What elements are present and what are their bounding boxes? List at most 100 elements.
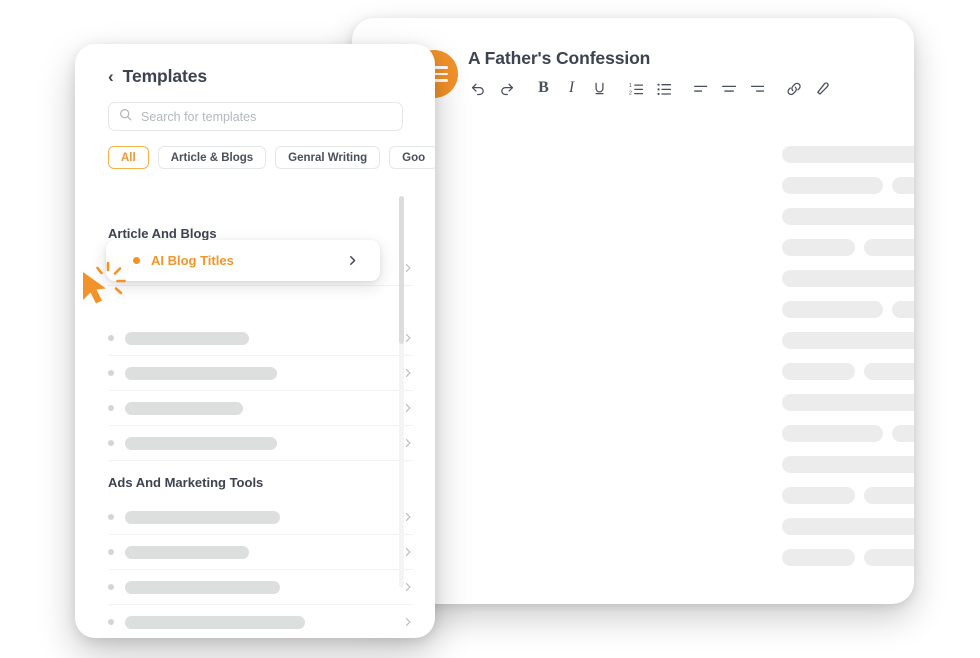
scrollbar[interactable] (399, 196, 404, 588)
template-item-ai-blog-titles[interactable]: AI Blog Titles (106, 240, 380, 281)
align-left-icon[interactable] (691, 76, 712, 100)
clear-format-icon[interactable] (812, 76, 833, 100)
template-name-placeholder (125, 436, 277, 450)
template-list-item[interactable] (108, 535, 413, 570)
bold-icon[interactable]: B (533, 76, 554, 100)
template-name-placeholder (125, 580, 280, 594)
filter-chip-genral-writing[interactable]: Genral Writing (275, 146, 381, 169)
document-text-line (782, 363, 914, 380)
document-title: A Father's Confession (468, 48, 651, 68)
bullet-dot-icon (108, 549, 114, 555)
chevron-right-icon (403, 333, 413, 343)
scrollbar-thumb[interactable] (399, 196, 404, 344)
link-icon[interactable] (784, 76, 805, 100)
document-text-segment (782, 425, 883, 442)
document-text-line (782, 270, 914, 287)
bullet-list-icon[interactable] (654, 76, 675, 100)
section-title: Ads And Marketing Tools (108, 475, 264, 490)
document-text-segment (782, 177, 883, 194)
template-name-placeholder (125, 331, 249, 345)
click-pointer-icon (75, 258, 127, 310)
template-item-label: AI Blog Titles (151, 253, 234, 268)
page-title: Templates (122, 66, 208, 86)
document-text-segment (782, 146, 914, 163)
document-text-line (782, 487, 914, 504)
chevron-right-icon (347, 255, 358, 266)
search-box[interactable] (108, 102, 403, 131)
document-text-line (782, 425, 914, 442)
template-list-item[interactable] (108, 391, 413, 426)
template-name-placeholder (125, 401, 243, 415)
redo-icon[interactable] (496, 76, 517, 100)
document-text-line (782, 518, 914, 535)
document-text-segment (892, 301, 914, 318)
bullet-dot-icon (108, 619, 114, 625)
document-text-segment (864, 239, 914, 256)
template-list-item[interactable] (108, 605, 413, 638)
template-list-item[interactable] (108, 500, 413, 535)
template-name-placeholder (125, 545, 249, 559)
chevron-right-icon (403, 582, 413, 592)
document-text-line (782, 208, 914, 225)
template-list-item[interactable] (108, 321, 413, 356)
underline-icon[interactable] (589, 76, 610, 100)
template-name-placeholder (125, 366, 277, 380)
document-text-segment (864, 487, 914, 504)
template-name-placeholder (125, 615, 305, 629)
chevron-right-icon (403, 368, 413, 378)
document-text-line (782, 332, 914, 349)
section-title: Article And Blogs (108, 226, 217, 241)
bullet-dot-icon (108, 405, 114, 411)
chevron-right-icon (403, 512, 413, 522)
filter-chip-all[interactable]: All (108, 146, 149, 169)
editor-window (352, 18, 914, 604)
undo-icon[interactable] (468, 76, 489, 100)
templates-panel: ‹ Templates All Article & Blogs Genral Wri… (75, 44, 435, 638)
bullet-dot-icon (108, 584, 114, 590)
search-icon (119, 108, 132, 126)
document-text-line (782, 301, 914, 318)
document-text-segment (782, 270, 914, 287)
document-text-line (782, 177, 914, 194)
document-text-line (782, 394, 914, 411)
document-text-segment (892, 177, 914, 194)
chevron-right-icon (403, 547, 413, 557)
align-center-icon[interactable] (719, 76, 740, 100)
ordered-list-icon[interactable]: 12 (626, 76, 647, 100)
document-text-segment (782, 456, 914, 473)
document-text-segment (782, 301, 883, 318)
document-text-segment (782, 549, 855, 566)
svg-text:2: 2 (629, 90, 632, 96)
document-body[interactable] (782, 146, 914, 580)
document-text-line (782, 239, 914, 256)
filter-chip-article-blogs[interactable]: Article & Blogs (157, 146, 267, 169)
document-text-segment (782, 394, 914, 411)
template-list-item[interactable] (108, 356, 413, 391)
document-text-segment (782, 332, 914, 349)
chevron-left-icon[interactable]: ‹ (108, 68, 114, 85)
bullet-dot-icon (133, 257, 140, 264)
document-text-segment (782, 239, 855, 256)
bullet-dot-icon (108, 335, 114, 341)
filter-chip-goo[interactable]: Goo (389, 146, 435, 169)
template-list-item[interactable] (108, 570, 413, 605)
template-name-placeholder (125, 510, 280, 524)
chevron-right-icon (403, 403, 413, 413)
bullet-dot-icon (108, 514, 114, 520)
filter-chips: All Article & Blogs Genral Writing Goo (108, 146, 435, 169)
document-text-line (782, 549, 914, 566)
svg-text:1: 1 (629, 82, 632, 88)
document-text-line (782, 146, 914, 163)
document-text-line (782, 456, 914, 473)
app-screenshot: A Father's Confession BI12 ‹ Templates A… (0, 0, 980, 658)
chevron-right-icon (403, 617, 413, 627)
italic-icon[interactable]: I (561, 76, 582, 100)
document-text-segment (782, 487, 855, 504)
align-right-icon[interactable] (747, 76, 768, 100)
document-text-segment (782, 208, 914, 225)
template-list-item[interactable] (108, 426, 413, 461)
chevron-right-icon (403, 438, 413, 448)
document-text-segment (782, 518, 914, 535)
search-input[interactable] (141, 109, 392, 124)
document-text-segment (864, 363, 914, 380)
